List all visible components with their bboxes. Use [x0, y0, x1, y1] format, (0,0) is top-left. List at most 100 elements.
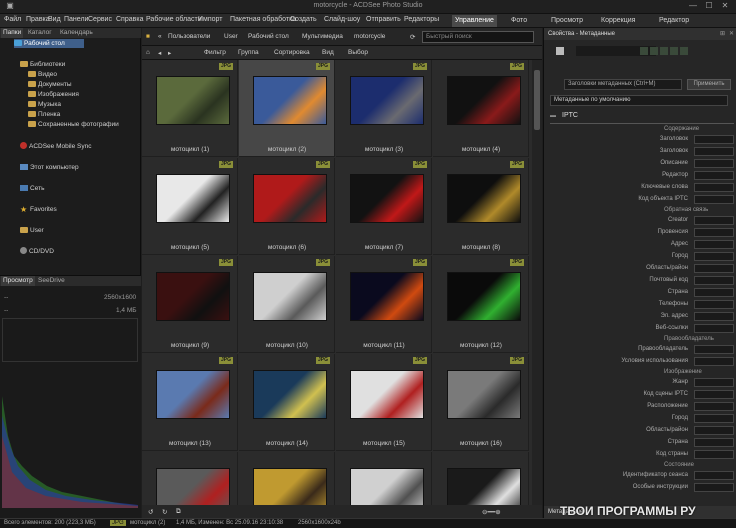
tree-item-music[interactable]: Музыка: [28, 100, 61, 109]
iptc-field-input[interactable]: [694, 324, 734, 333]
iptc-section[interactable]: ▬ IPTC: [550, 112, 734, 124]
metadata-view-dropdown[interactable]: Метаданные по умолчанию: [550, 95, 728, 106]
workspaces-button[interactable]: Рабочие области: [146, 16, 202, 23]
maximize-icon[interactable]: ☐: [704, 1, 714, 11]
zoom-slider-icon[interactable]: ⊖━━⊕: [482, 508, 501, 516]
rotate-left-icon[interactable]: ↺: [148, 508, 153, 516]
menu-panels[interactable]: Панели: [64, 16, 88, 23]
iptc-field-input[interactable]: [694, 147, 734, 156]
thumbnail-cell[interactable]: [239, 452, 335, 505]
thumbnail-image[interactable]: [350, 272, 424, 321]
iptc-field-input[interactable]: [694, 183, 734, 192]
iptc-field-input[interactable]: [694, 195, 734, 204]
mode-manage[interactable]: Управление: [452, 15, 497, 27]
tree-item-this-pc[interactable]: Этот компьютер: [20, 163, 79, 172]
iptc-field-input[interactable]: [694, 312, 734, 321]
tab-folders[interactable]: Папки: [1, 28, 24, 38]
thumbnail-cell[interactable]: JPG мотоцикл (16): [433, 354, 529, 451]
checkbox-icon[interactable]: [556, 47, 564, 55]
view-button[interactable]: Вид: [322, 49, 334, 56]
thumbnail-image[interactable]: [253, 468, 327, 505]
thumbnail-cell[interactable]: JPG мотоцикл (12): [433, 256, 529, 353]
thumbnail-cell[interactable]: JPG мотоцикл (3): [336, 60, 432, 157]
thumbnail-image[interactable]: [253, 174, 327, 223]
iptc-field-input[interactable]: [694, 390, 734, 399]
crumb-user[interactable]: User: [224, 33, 238, 40]
rotate-right-icon[interactable]: ↻: [162, 508, 167, 516]
menu-view[interactable]: Вид: [48, 16, 61, 23]
refresh-icon[interactable]: ⟳: [410, 33, 415, 41]
thumbnail-cell[interactable]: JPG мотоцикл (1): [142, 60, 238, 157]
iptc-field-input[interactable]: [694, 252, 734, 261]
filter-button[interactable]: Фильтр: [204, 49, 226, 56]
metadata-set-dropdown[interactable]: Заголовки метаданных (Ctrl+M): [564, 79, 682, 90]
crumb-users[interactable]: Пользователи: [168, 33, 210, 40]
iptc-field-input[interactable]: [694, 216, 734, 225]
thumbnail-cell[interactable]: JPG мотоцикл (14): [239, 354, 335, 451]
batch-button[interactable]: Пакетная обработка: [230, 16, 296, 23]
path-back-icon[interactable]: «: [158, 33, 162, 40]
iptc-field-input[interactable]: [694, 288, 734, 297]
thumbnail-cell[interactable]: [142, 452, 238, 505]
thumbnail-cell[interactable]: JPG мотоцикл (8): [433, 158, 529, 255]
tree-item-mobile-sync[interactable]: ACDSee Mobile Sync: [20, 142, 92, 151]
close-icon[interactable]: ✕: [720, 1, 730, 11]
tree-item-film[interactable]: Пленка: [28, 110, 60, 119]
thumbnail-image[interactable]: [350, 468, 424, 505]
mode-develop[interactable]: Коррекция: [598, 15, 638, 27]
tree-item-documents[interactable]: Документы: [28, 80, 72, 89]
tree-item-favorites[interactable]: ★ Favorites: [20, 205, 57, 214]
thumbnail-image[interactable]: [447, 468, 521, 505]
thumbnail-image[interactable]: [447, 370, 521, 419]
color-labels[interactable]: [640, 47, 700, 55]
tree-item-cd-dvd[interactable]: CD/DVD: [20, 247, 54, 256]
nav-back-icon[interactable]: ◂: [158, 49, 161, 57]
thumbnail-cell[interactable]: JPG мотоцикл (6): [239, 158, 335, 255]
iptc-field-input[interactable]: [694, 414, 734, 423]
sort-button[interactable]: Сортировка: [274, 49, 310, 56]
iptc-field-input[interactable]: [694, 228, 734, 237]
iptc-field-input[interactable]: [694, 135, 734, 144]
iptc-field-input[interactable]: [694, 276, 734, 285]
iptc-field-input[interactable]: [694, 264, 734, 273]
editors-button[interactable]: Редакторы: [404, 16, 439, 23]
select-button[interactable]: Выбор: [348, 49, 368, 56]
create-button[interactable]: Создать: [290, 16, 317, 23]
thumbnail-cell[interactable]: JPG мотоцикл (10): [239, 256, 335, 353]
collapse-icon[interactable]: ▬: [550, 113, 556, 119]
iptc-field-input[interactable]: [694, 402, 734, 411]
tree-item-user[interactable]: User: [20, 226, 44, 235]
thumbnail-image[interactable]: [350, 174, 424, 223]
tab-preview[interactable]: Просмотр: [1, 276, 35, 286]
pin-icon[interactable]: ⊞: [720, 30, 725, 37]
iptc-field-input[interactable]: [694, 171, 734, 180]
thumbnail-cell[interactable]: [336, 452, 432, 505]
thumbnail-cell[interactable]: JPG мотоцикл (11): [336, 256, 432, 353]
tab-catalog[interactable]: Каталог: [26, 28, 54, 38]
thumbnail-image[interactable]: [156, 272, 230, 321]
home-icon[interactable]: ⌂: [146, 49, 150, 56]
mode-edit[interactable]: Редактор: [656, 15, 692, 27]
thumbnail-cell[interactable]: JPG мотоцикл (13): [142, 354, 238, 451]
mode-photo[interactable]: Фото: [508, 15, 530, 27]
iptc-field-input[interactable]: [694, 378, 734, 387]
thumbnail-cell[interactable]: JPG мотоцикл (9): [142, 256, 238, 353]
thumbnail-cell[interactable]: JPG мотоцикл (7): [336, 158, 432, 255]
search-input[interactable]: Быстрый поиск: [422, 31, 534, 43]
iptc-field-input[interactable]: [694, 483, 734, 492]
scrollbar-thumb[interactable]: [534, 70, 540, 130]
thumbnail-cell[interactable]: JPG мотоцикл (15): [336, 354, 432, 451]
thumbnail-image[interactable]: [447, 174, 521, 223]
menu-tools[interactable]: Сервис: [88, 16, 112, 23]
send-button[interactable]: Отправить: [366, 16, 401, 23]
import-button[interactable]: Импорт: [198, 16, 222, 23]
mode-view[interactable]: Просмотр: [548, 15, 586, 27]
thumbnail-image[interactable]: [447, 272, 521, 321]
iptc-field-input[interactable]: [694, 450, 734, 459]
iptc-field-input[interactable]: [694, 438, 734, 447]
tree-item-network[interactable]: Сеть: [20, 184, 44, 193]
compare-icon[interactable]: ⧉: [176, 508, 181, 516]
thumbnail-cell[interactable]: [433, 452, 529, 505]
thumbnail-image[interactable]: [447, 76, 521, 125]
tab-seedrive[interactable]: SeeDrive: [36, 276, 67, 286]
